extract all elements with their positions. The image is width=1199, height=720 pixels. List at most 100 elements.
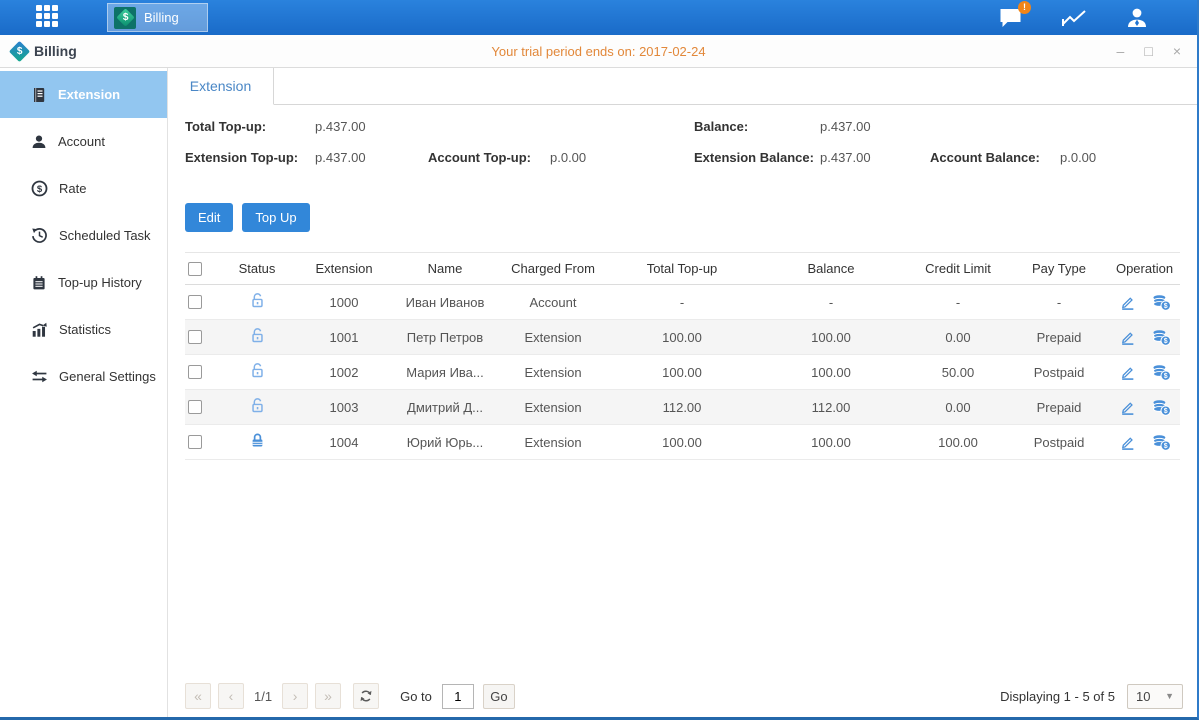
page-size-select[interactable]: 10 ▼	[1127, 684, 1183, 709]
user-icon[interactable]	[1125, 6, 1149, 30]
go-button[interactable]: Go	[483, 684, 515, 709]
last-page-button[interactable]: »	[315, 683, 341, 709]
next-page-button[interactable]: ›	[282, 683, 308, 709]
row-checkbox[interactable]	[188, 330, 202, 344]
sidebar-item-statistics[interactable]: Statistics	[0, 306, 167, 353]
cell-total-topup: 100.00	[609, 365, 755, 380]
edit-icon[interactable]	[1119, 364, 1136, 381]
table-body: 1000 Иван Иванов Account - - - - $	[185, 285, 1180, 460]
cell-charged-from: Extension	[497, 365, 609, 380]
cell-credit-limit: 0.00	[907, 330, 1009, 345]
page-indicator: 1/1	[254, 689, 272, 704]
cell-extension: 1000	[295, 295, 393, 310]
row-checkbox[interactable]	[188, 295, 202, 309]
top-up-icon[interactable]: $	[1152, 399, 1171, 416]
cell-charged-from: Account	[497, 295, 609, 310]
top-up-icon[interactable]: $	[1152, 294, 1171, 311]
account-balance-value: p.0.00	[1060, 150, 1096, 165]
sidebar: Extension Account $ Rate	[0, 68, 168, 717]
refresh-button[interactable]	[353, 683, 379, 709]
total-topup-label: Total Top-up:	[185, 119, 266, 134]
svg-text:$: $	[1163, 338, 1167, 345]
goto-page-input[interactable]	[442, 684, 474, 709]
cell-balance: 100.00	[755, 330, 907, 345]
prev-page-button[interactable]: ‹	[218, 683, 244, 709]
sidebar-item-general-settings[interactable]: General Settings	[0, 353, 167, 400]
sidebar-item-extension[interactable]: Extension	[0, 71, 167, 118]
rate-icon: $	[31, 180, 48, 197]
minimize-icon[interactable]: –	[1117, 43, 1125, 59]
row-checkbox[interactable]	[188, 435, 202, 449]
cell-name: Петр Петров	[393, 330, 497, 345]
first-page-button[interactable]: «	[185, 683, 211, 709]
table-header: Status Extension Name Charged From Total…	[185, 252, 1180, 285]
goto-label: Go to	[400, 689, 432, 704]
edit-icon[interactable]	[1119, 294, 1136, 311]
navbar-billing-tab[interactable]: $ Billing	[107, 3, 208, 32]
edit-icon[interactable]	[1119, 399, 1136, 416]
sidebar-item-account[interactable]: Account	[0, 118, 167, 165]
top-up-icon[interactable]: $	[1152, 364, 1171, 381]
cell-name: Мария Ива...	[393, 365, 497, 380]
svg-text:$: $	[1163, 443, 1167, 450]
select-all-checkbox[interactable]	[188, 262, 202, 276]
extension-balance-label: Extension Balance:	[694, 150, 814, 165]
cell-total-topup: 112.00	[609, 400, 755, 415]
sidebar-label: Top-up History	[58, 275, 142, 290]
edit-icon[interactable]	[1119, 329, 1136, 346]
tabstrip: Extension	[168, 68, 1197, 105]
close-icon[interactable]: ×	[1173, 43, 1181, 59]
cell-balance: 100.00	[755, 435, 907, 450]
svg-text:$: $	[37, 184, 43, 195]
maximize-icon[interactable]: □	[1144, 43, 1152, 59]
sidebar-item-scheduled-task[interactable]: Scheduled Task	[0, 212, 167, 259]
cell-total-topup: 100.00	[609, 330, 755, 345]
edit-icon[interactable]	[1119, 434, 1136, 451]
col-pay-type: Pay Type	[1009, 261, 1109, 276]
cell-credit-limit: 0.00	[907, 400, 1009, 415]
cell-charged-from: Extension	[497, 330, 609, 345]
topup-history-icon	[31, 275, 47, 291]
edit-button[interactable]: Edit	[185, 203, 233, 232]
cell-name: Юрий Юрь...	[393, 435, 497, 450]
cell-credit-limit: -	[907, 295, 1009, 310]
top-up-button[interactable]: Top Up	[242, 203, 309, 232]
tab-extension[interactable]: Extension	[168, 68, 274, 105]
apps-grid-icon[interactable]	[36, 5, 62, 31]
cell-balance: 112.00	[755, 400, 907, 415]
account-balance-label: Account Balance:	[930, 150, 1040, 165]
cell-charged-from: Extension	[497, 400, 609, 415]
col-status: Status	[219, 261, 295, 276]
statistics-chart-icon[interactable]	[1061, 7, 1087, 29]
table-row: 1000 Иван Иванов Account - - - - $	[185, 285, 1180, 320]
balance-label: Balance:	[694, 119, 748, 134]
account-topup-value: p.0.00	[550, 150, 586, 165]
displaying-status: Displaying 1 - 5 of 5	[1000, 689, 1115, 704]
top-up-icon[interactable]: $	[1152, 329, 1171, 346]
main-panel: Extension Total Top-up: p.437.00 Balance…	[168, 68, 1197, 717]
sidebar-item-rate[interactable]: $ Rate	[0, 165, 167, 212]
col-name: Name	[393, 261, 497, 276]
col-extension: Extension	[295, 261, 393, 276]
cell-credit-limit: 50.00	[907, 365, 1009, 380]
total-topup-value: p.437.00	[315, 119, 366, 134]
svg-text:$: $	[1163, 373, 1167, 380]
cell-balance: -	[755, 295, 907, 310]
trial-notice: Your trial period ends on: 2017-02-24	[0, 44, 1197, 59]
account-topup-label: Account Top-up:	[428, 150, 531, 165]
page-size-value: 10	[1136, 689, 1150, 704]
row-checkbox[interactable]	[188, 365, 202, 379]
cell-pay-type: Prepaid	[1009, 330, 1109, 345]
cell-name: Дмитрий Д...	[393, 400, 497, 415]
cell-extension: 1001	[295, 330, 393, 345]
cell-charged-from: Extension	[497, 435, 609, 450]
sidebar-item-topup-history[interactable]: Top-up History	[0, 259, 167, 306]
row-checkbox[interactable]	[188, 400, 202, 414]
cell-credit-limit: 100.00	[907, 435, 1009, 450]
messages-icon[interactable]: !	[998, 7, 1023, 29]
top-up-icon[interactable]: $	[1152, 434, 1171, 451]
cell-pay-type: Postpaid	[1009, 365, 1109, 380]
pagination-bar: « ‹ 1/1 › » Go to Go Displaying	[185, 683, 1183, 709]
extension-topup-label: Extension Top-up:	[185, 150, 298, 165]
sidebar-label: Extension	[58, 87, 120, 102]
